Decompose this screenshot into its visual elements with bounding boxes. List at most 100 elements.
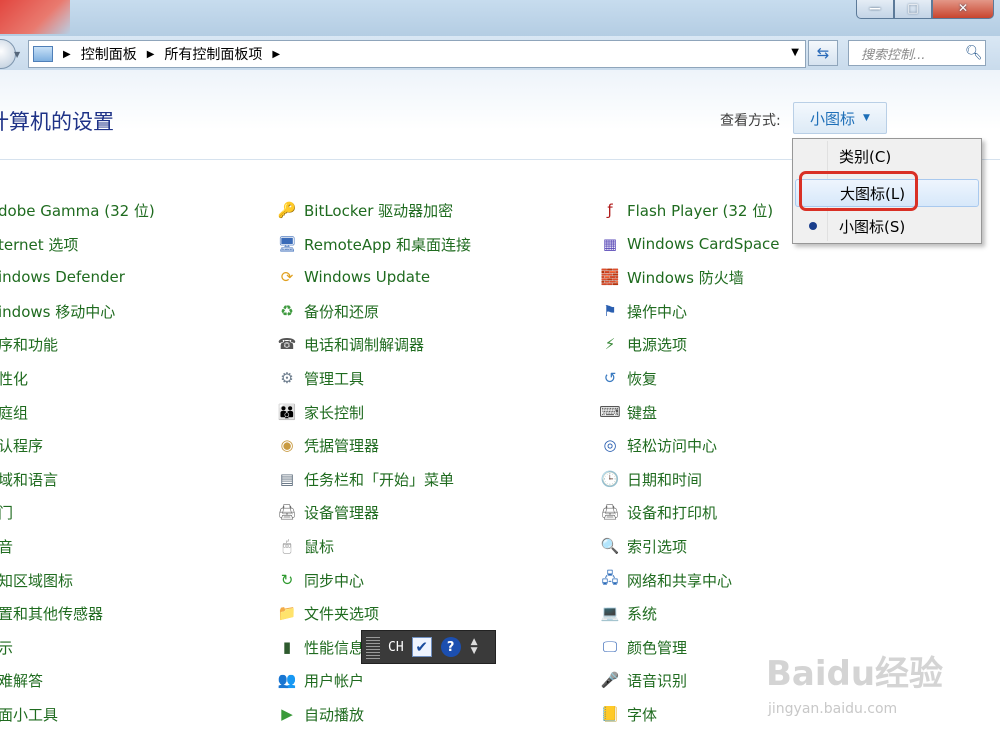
control-panel-item[interactable]: 示 <box>0 635 13 659</box>
control-panel-item[interactable]: ↺ 恢复 <box>599 366 657 390</box>
control-panel-item[interactable]: 难解答 <box>0 668 43 692</box>
control-panel-item[interactable]: dobe Gamma (32 位) <box>0 198 155 222</box>
watermark-url: jingyan.baidu.com <box>768 701 898 717</box>
date-time-icon: 🕒 <box>600 470 620 488</box>
control-panel-item[interactable]: 👥 用户帐户 <box>276 668 364 692</box>
control-panel-item[interactable]: 认程序 <box>0 433 43 457</box>
menu-item-small-icons[interactable]: 小图标(S) <box>795 212 979 240</box>
control-panel-item[interactable]: 🖨 设备和打印机 <box>599 500 717 524</box>
control-panel-item[interactable]: 性化 <box>0 366 28 390</box>
control-panel-item-label: 知区域图标 <box>0 571 74 590</box>
control-panel-item[interactable]: ⚑ 操作中心 <box>599 299 687 323</box>
control-panel-item[interactable]: ⟳ Windows Update <box>276 265 430 289</box>
control-panel-item[interactable]: 序和功能 <box>0 332 58 356</box>
breadcrumb-all-items[interactable]: 所有控制面板项 <box>164 44 262 64</box>
system-icon: 💻 <box>600 604 620 622</box>
control-panel-item[interactable]: 📁 文件夹选项 <box>276 601 379 625</box>
control-panel-item-label: 颜色管理 <box>627 638 688 657</box>
address-dropdown-icon[interactable]: ▼ <box>791 47 799 58</box>
control-panel-item[interactable]: 音 <box>0 534 13 558</box>
control-panel-item[interactable]: ▮ 性能信息 <box>276 635 364 659</box>
control-panel-item-label: 系统 <box>627 604 658 623</box>
search-icon[interactable]: 🔍︎ <box>965 45 985 61</box>
close-button[interactable]: ✕ <box>932 0 994 19</box>
control-panel-item-label: dobe Gamma (32 位) <box>0 201 155 220</box>
control-panel-item[interactable]: 📒 字体 <box>599 702 657 726</box>
color-management-icon: 🖵 <box>602 638 618 656</box>
control-panel-item-label: 性化 <box>0 369 29 388</box>
control-panel-item[interactable]: 面小工具 <box>0 702 58 726</box>
control-panel-item-label: 性能信息 <box>304 638 365 657</box>
drag-handle[interactable] <box>366 635 380 659</box>
control-panel-item[interactable]: ▤ 任务栏和「开始」菜单 <box>276 467 454 491</box>
chevron-down-icon: ▼ <box>863 113 870 123</box>
breadcrumb-control-panel[interactable]: 控制面板 <box>81 44 137 64</box>
control-panel-item[interactable]: ⚡ 电源选项 <box>599 332 687 356</box>
control-panel-item[interactable]: ⌨ 键盘 <box>599 400 657 424</box>
control-panel-item[interactable]: ◎ 轻松访问中心 <box>599 433 717 457</box>
search-box[interactable]: 搜索控制... 🔍︎ <box>848 40 986 66</box>
breadcrumb-chevron-icon[interactable]: ▶ <box>147 49 155 60</box>
control-panel-item[interactable]: 🕒 日期和时间 <box>599 467 702 491</box>
control-panel-item[interactable]: 🖵 颜色管理 <box>599 635 687 659</box>
control-panel-item[interactable]: 🖥 RemoteApp 和桌面连接 <box>276 232 470 256</box>
control-panel-item[interactable]: 域和语言 <box>0 467 58 491</box>
breadcrumb-chevron-icon[interactable]: ▶ <box>63 49 71 60</box>
control-panel-item-label: 面小工具 <box>0 705 59 724</box>
control-panel-item[interactable]: ☎ 电话和调制解调器 <box>276 332 424 356</box>
input-language[interactable]: CH <box>388 640 404 655</box>
control-panel-item[interactable]: 🔑 BitLocker 驱动器加密 <box>276 198 454 222</box>
control-panel-item[interactable]: ▶ 自动播放 <box>276 702 364 726</box>
user-accounts-icon: 👥 <box>277 671 297 689</box>
control-panel-item-label: 同步中心 <box>304 571 365 590</box>
address-bar[interactable]: ▶ 控制面板 ▶ 所有控制面板项 ▶ ▼ <box>28 40 806 68</box>
flash-player-icon: ƒ <box>607 201 613 219</box>
control-panel-item[interactable]: 🖨 设备管理器 <box>276 500 379 524</box>
control-panel-item[interactable]: 门 <box>0 500 13 524</box>
control-panel-item[interactable]: ↻ 同步中心 <box>276 568 364 592</box>
control-panel-item[interactable]: 💻 系统 <box>599 601 657 625</box>
control-panel-item[interactable]: 庭组 <box>0 400 28 424</box>
fonts-icon: 📒 <box>600 705 620 723</box>
control-panel-item[interactable]: 🔍 索引选项 <box>599 534 687 558</box>
control-panel-item[interactable]: 👪 家长控制 <box>276 400 364 424</box>
control-panel-item[interactable]: ◉ 凭据管理器 <box>276 433 379 457</box>
control-panel-item-label: 认程序 <box>0 436 44 455</box>
help-icon[interactable]: ? <box>440 637 461 657</box>
control-panel-item[interactable]: 🧱 Windows 防火墙 <box>599 265 744 289</box>
minimize-button[interactable]: — <box>856 0 894 19</box>
control-panel-item-label: 庭组 <box>0 403 29 422</box>
options-icon[interactable]: ▲ ▼ <box>471 638 478 656</box>
control-panel-item[interactable]: 🎤 语音识别 <box>599 668 687 692</box>
search-input[interactable]: 搜索控制... <box>861 44 965 63</box>
control-panel-item[interactable]: 🖧 网络和共享中心 <box>599 568 732 592</box>
control-panel-item-label: 鼠标 <box>304 537 335 556</box>
control-panel-item[interactable]: indows 移动中心 <box>0 299 115 323</box>
control-panel-item-label: ternet 选项 <box>0 235 79 254</box>
control-panel-item-label: 网络和共享中心 <box>627 571 733 590</box>
menu-item-category[interactable]: 类别(C) <box>795 142 979 170</box>
breadcrumb-chevron-icon[interactable]: ▶ <box>272 49 280 60</box>
control-panel-item[interactable]: ternet 选项 <box>0 232 78 256</box>
control-panel-item[interactable]: ⚙ 管理工具 <box>276 366 364 390</box>
control-panel-item[interactable]: ♻ 备份和还原 <box>276 299 379 323</box>
control-panel-item[interactable]: ▦ Windows CardSpace <box>599 232 780 256</box>
language-bar: CH ✔ ? ▲ ▼ <box>361 630 496 664</box>
control-panel-item-label: 自动播放 <box>304 705 365 724</box>
control-panel-item[interactable]: 🖱 鼠标 <box>276 534 334 558</box>
control-panel-item[interactable]: ƒ Flash Player (32 位) <box>599 198 773 222</box>
taskbar-icon: ▤ <box>279 470 295 488</box>
control-panel-item[interactable]: 知区域图标 <box>0 568 73 592</box>
control-panel-item[interactable]: 置和其他传感器 <box>0 601 103 625</box>
refresh-button[interactable]: ⇆ <box>808 40 838 66</box>
view-by-value: 小图标 <box>810 109 856 128</box>
view-by-dropdown[interactable]: 小图标 ▼ <box>793 102 887 134</box>
cardspace-icon: ▦ <box>602 235 618 253</box>
page-title: 计算机的设置 <box>0 110 114 134</box>
control-panel-item-label: Flash Player (32 位) <box>627 201 774 220</box>
control-panel-item[interactable]: indows Defender <box>0 265 125 289</box>
ime-check-icon[interactable]: ✔ <box>411 637 432 657</box>
device-manager-icon: 🖨 <box>277 503 297 521</box>
maximize-button[interactable]: □ <box>894 0 932 19</box>
history-dropdown-icon[interactable]: ▼ <box>14 50 20 59</box>
